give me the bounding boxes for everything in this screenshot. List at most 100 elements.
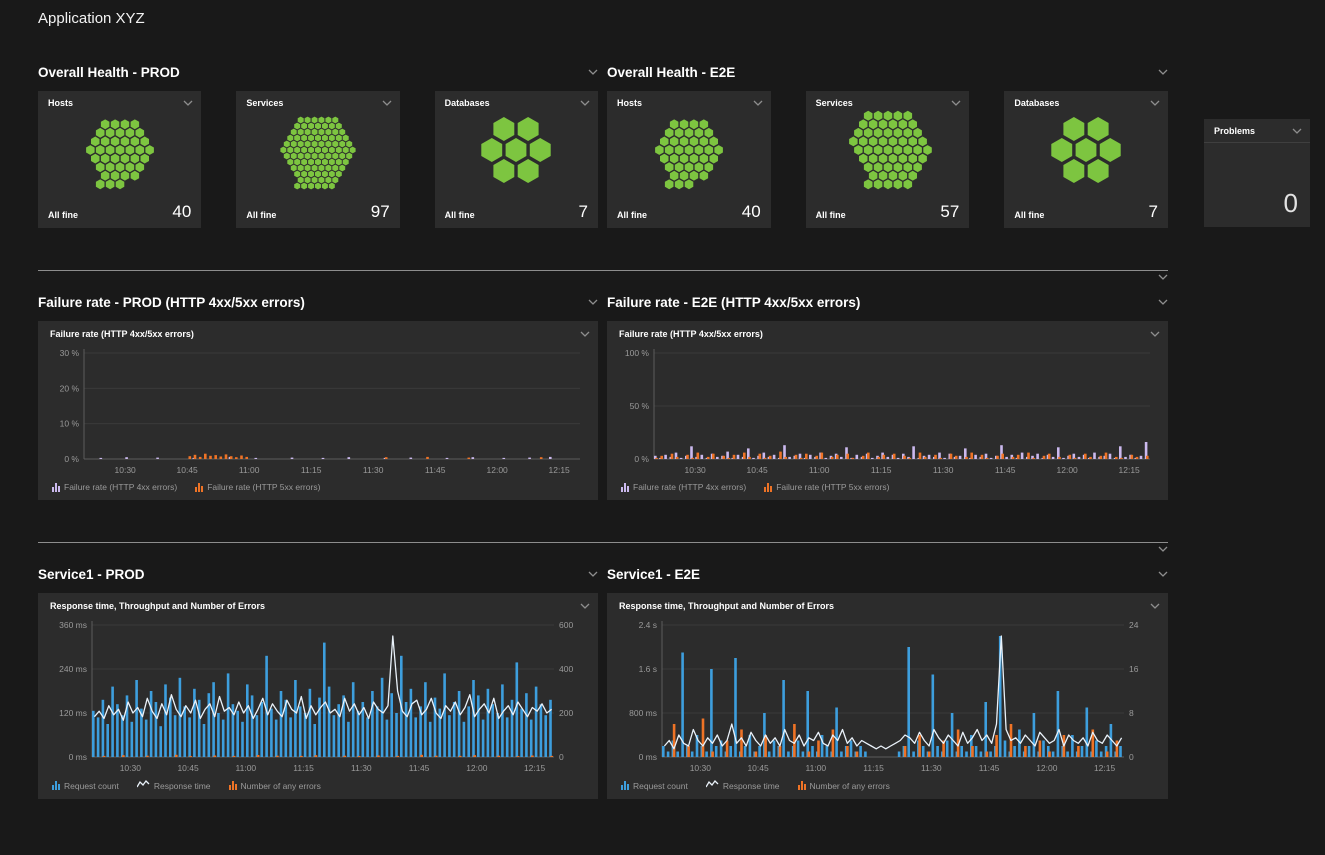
svg-text:11:30: 11:30 <box>932 465 953 475</box>
legend-item-5xx[interactable]: Failure rate (HTTP 5xx errors) <box>764 482 889 492</box>
health-row: Overall Health - PROD Hosts All fine40 S… <box>38 63 1310 228</box>
bars-icon <box>52 781 60 790</box>
svg-text:1.6 s: 1.6 s <box>638 664 656 674</box>
svg-text:0 %: 0 % <box>634 454 649 464</box>
svg-text:12:00: 12:00 <box>466 763 488 773</box>
tile-title: Services <box>246 98 283 108</box>
health-e2e-group: Overall Health - E2E Hosts All fine40 Se… <box>607 63 1168 228</box>
tile-title: Databases <box>445 98 490 108</box>
svg-text:11:00: 11:00 <box>239 465 260 475</box>
health-tile-databases-prod[interactable]: Databases All fine 7 <box>435 91 598 228</box>
svg-text:240 ms: 240 ms <box>59 664 87 674</box>
legend-item-request-count[interactable]: Request count <box>621 781 688 791</box>
hosts-honeycomb[interactable] <box>50 109 190 191</box>
entity-count: 40 <box>742 203 761 220</box>
tile-title: Problems <box>1214 126 1255 136</box>
svg-text:12:15: 12:15 <box>1093 763 1115 773</box>
chevron-down-icon[interactable] <box>1158 299 1168 305</box>
svg-text:10:30: 10:30 <box>689 763 711 773</box>
legend-item-5xx[interactable]: Failure rate (HTTP 5xx errors) <box>195 482 320 492</box>
svg-text:360 ms: 360 ms <box>59 620 87 630</box>
line-icon <box>137 780 150 791</box>
chevron-down-icon[interactable] <box>1150 100 1160 106</box>
databases-honeycomb[interactable] <box>446 109 586 191</box>
svg-text:10:30: 10:30 <box>120 763 142 773</box>
svg-text:10:45: 10:45 <box>747 763 769 773</box>
health-tile-hosts-prod[interactable]: Hosts All fine40 <box>38 91 201 228</box>
svg-text:11:45: 11:45 <box>994 465 1015 475</box>
hosts-honeycomb[interactable] <box>619 109 759 191</box>
service-e2e-chart[interactable]: 0 ms800 ms1.6 s2.4 s08162410:3010:4511:0… <box>616 613 1160 777</box>
svg-text:11:00: 11:00 <box>236 763 257 773</box>
svg-text:0 ms: 0 ms <box>638 752 656 762</box>
chevron-down-icon[interactable] <box>951 100 961 106</box>
svg-text:12:00: 12:00 <box>487 465 509 475</box>
chevron-down-icon[interactable] <box>1158 274 1168 280</box>
line-icon <box>706 780 719 791</box>
bars-icon <box>229 781 237 790</box>
failure-rate-e2e-chart[interactable]: 0 %50 %100 %10:3010:4511:0011:1511:3011:… <box>616 341 1160 479</box>
legend-item-4xx[interactable]: Failure rate (HTTP 4xx errors) <box>621 482 746 492</box>
page-title: Application XYZ <box>38 10 1310 27</box>
legend-item-4xx[interactable]: Failure rate (HTTP 4xx errors) <box>52 482 177 492</box>
health-tile-databases-e2e[interactable]: Databases All fine7 <box>1004 91 1168 228</box>
chevron-down-icon[interactable] <box>1150 603 1160 609</box>
chevron-down-icon[interactable] <box>1150 331 1160 337</box>
problems-tile[interactable]: Problems 0 <box>1204 119 1310 227</box>
svg-text:200: 200 <box>559 708 573 718</box>
chevron-down-icon[interactable] <box>588 571 598 577</box>
chevron-down-icon[interactable] <box>580 100 590 106</box>
service-prod-chart[interactable]: 0 ms120 ms240 ms360 ms020040060010:3010:… <box>46 613 590 777</box>
chart-tile-failure-prod: Failure rate (HTTP 4xx/5xx errors) 0 %10… <box>38 321 598 500</box>
entity-count: 7 <box>579 203 588 220</box>
svg-text:11:45: 11:45 <box>409 763 430 773</box>
databases-honeycomb[interactable] <box>1016 109 1156 191</box>
chevron-down-icon[interactable] <box>382 100 392 106</box>
problems-count: 0 <box>1204 188 1310 227</box>
chevron-down-icon[interactable] <box>588 69 598 75</box>
svg-text:600: 600 <box>559 620 573 630</box>
svg-text:11:15: 11:15 <box>301 465 322 475</box>
section-title-health-e2e: Overall Health - E2E <box>607 65 735 80</box>
status-label: All fine <box>816 210 846 220</box>
status-label: All fine <box>48 210 78 220</box>
chart-title: Response time, Throughput and Number of … <box>50 601 265 611</box>
services-honeycomb[interactable] <box>818 109 958 191</box>
chevron-down-icon[interactable] <box>1158 69 1168 75</box>
svg-text:400: 400 <box>559 664 573 674</box>
failure-rate-row: Failure rate - PROD (HTTP 4xx/5xx errors… <box>38 293 1310 500</box>
legend-item-request-count[interactable]: Request count <box>52 781 119 791</box>
legend-item-response-time[interactable]: Response time <box>706 780 780 791</box>
status-label: All fine <box>1014 210 1044 220</box>
legend-item-errors[interactable]: Number of any errors <box>229 781 321 791</box>
entity-count: 7 <box>1149 203 1158 220</box>
status-label: All fine <box>445 210 475 220</box>
failure-rate-prod-chart[interactable]: 0 %10 %20 %30 %10:3010:4511:0011:1511:30… <box>46 341 590 479</box>
svg-text:11:30: 11:30 <box>921 763 942 773</box>
svg-text:0 ms: 0 ms <box>69 752 87 762</box>
services-honeycomb[interactable] <box>248 109 388 191</box>
legend-item-errors[interactable]: Number of any errors <box>798 781 890 791</box>
svg-text:11:15: 11:15 <box>870 465 891 475</box>
chevron-down-icon[interactable] <box>1158 571 1168 577</box>
section-title-health-prod: Overall Health - PROD <box>38 65 180 80</box>
legend-item-response-time[interactable]: Response time <box>137 780 211 791</box>
svg-text:10:45: 10:45 <box>177 763 199 773</box>
svg-text:11:15: 11:15 <box>293 763 314 773</box>
chevron-down-icon[interactable] <box>753 100 763 106</box>
svg-text:30 %: 30 % <box>60 348 80 358</box>
bars-icon <box>764 483 772 492</box>
svg-text:0 %: 0 % <box>64 454 79 464</box>
chevron-down-icon[interactable] <box>580 331 590 337</box>
chevron-down-icon[interactable] <box>1158 546 1168 552</box>
health-tile-services-prod[interactable]: Services All fine97 <box>236 91 399 228</box>
svg-text:12:15: 12:15 <box>524 763 546 773</box>
chevron-down-icon[interactable] <box>183 100 193 106</box>
bars-icon <box>195 483 203 492</box>
section-divider <box>38 542 1168 543</box>
chevron-down-icon[interactable] <box>588 299 598 305</box>
health-tile-hosts-e2e[interactable]: Hosts All fine40 <box>607 91 771 228</box>
chevron-down-icon[interactable] <box>1292 128 1302 134</box>
chevron-down-icon[interactable] <box>580 603 590 609</box>
health-tile-services-e2e[interactable]: Services All fine57 <box>806 91 970 228</box>
